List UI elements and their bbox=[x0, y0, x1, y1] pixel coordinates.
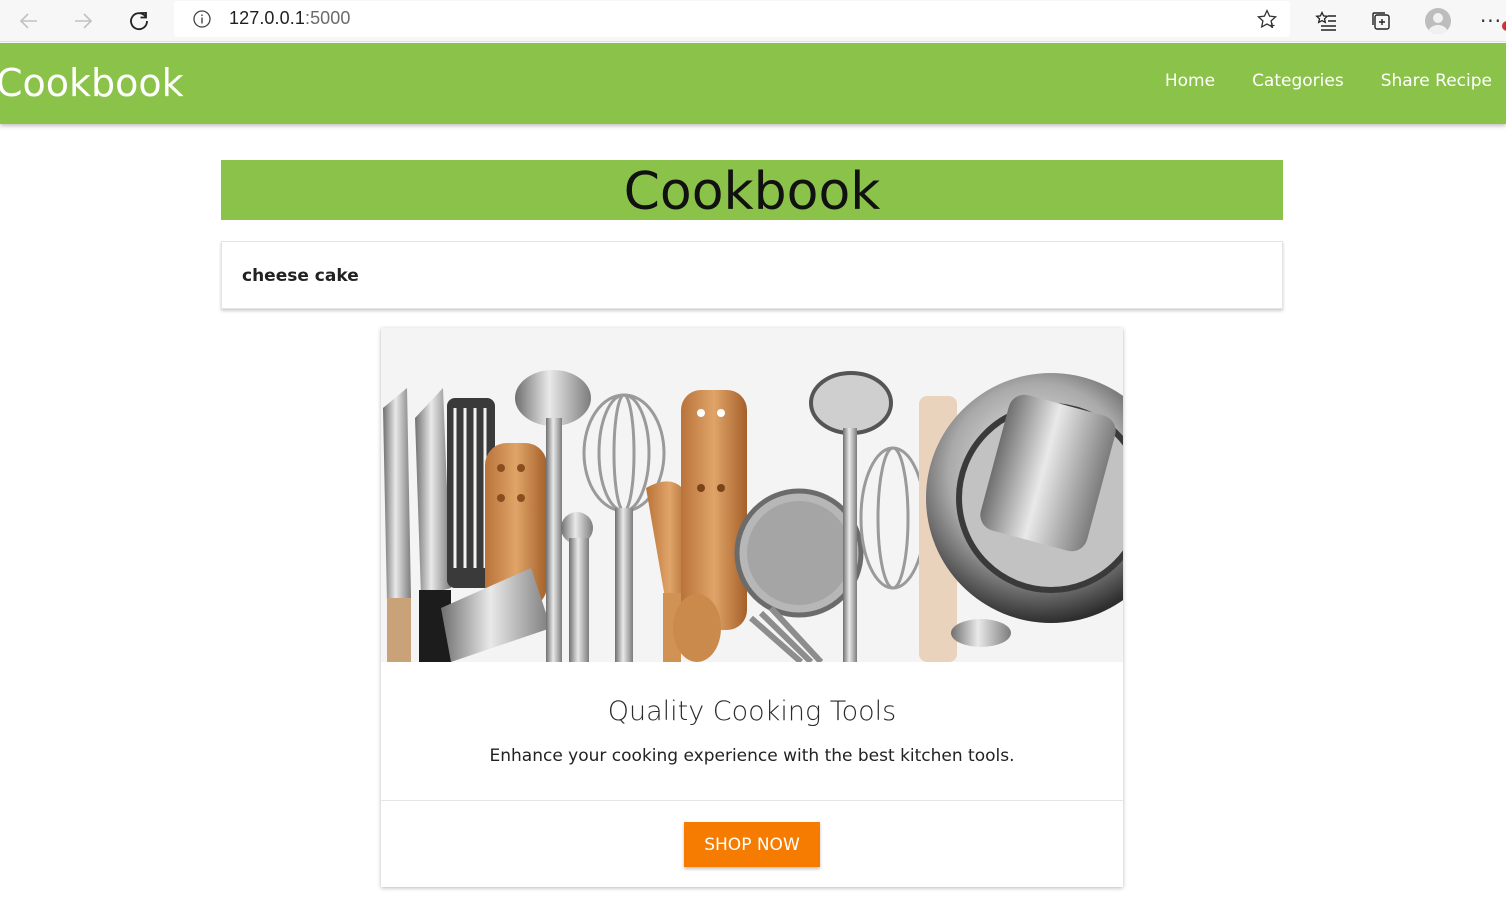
nav-link-share-recipe[interactable]: Share Recipe bbox=[1381, 71, 1492, 91]
profile-avatar[interactable] bbox=[1421, 4, 1455, 38]
nav-link-categories[interactable]: Categories bbox=[1252, 71, 1344, 91]
back-arrow-icon[interactable] bbox=[12, 4, 46, 38]
info-icon[interactable] bbox=[192, 9, 212, 34]
collections-icon[interactable] bbox=[1364, 4, 1398, 38]
refresh-icon[interactable] bbox=[122, 4, 156, 38]
kitchen-tools-image bbox=[381, 328, 1123, 665]
card-title: Quality Cooking Tools bbox=[607, 696, 897, 727]
forward-arrow-icon[interactable] bbox=[66, 4, 100, 38]
brand-logo-link[interactable]: Cookbook bbox=[0, 61, 184, 105]
more-dots: ··· bbox=[1480, 9, 1506, 33]
search-input[interactable] bbox=[242, 262, 1242, 290]
card-description: Enhance your cooking experience with the… bbox=[489, 746, 1015, 766]
url-host: 127.0.0.1 bbox=[229, 8, 305, 28]
page-banner: Cookbook bbox=[221, 160, 1283, 222]
card-divider bbox=[381, 800, 1123, 801]
favorite-star-icon[interactable] bbox=[1256, 8, 1278, 35]
more-menu-icon[interactable]: ··· bbox=[1474, 4, 1506, 38]
site-navbar: Cookbook Home Categories Share Recipe bbox=[0, 43, 1506, 124]
address-bar[interactable]: 127.0.0.1:5000 bbox=[174, 1, 1290, 37]
nav-link-home[interactable]: Home bbox=[1165, 71, 1215, 91]
favorites-list-icon[interactable] bbox=[1309, 4, 1343, 38]
browser-toolbar: 127.0.0.1:5000 ··· bbox=[0, 0, 1506, 42]
search-card bbox=[221, 241, 1283, 309]
notification-badge bbox=[1502, 21, 1506, 31]
avatar bbox=[1425, 8, 1451, 34]
product-card: Quality Cooking Tools Enhance your cooki… bbox=[381, 328, 1123, 887]
nav-links: Home Categories Share Recipe bbox=[1165, 71, 1492, 91]
page-title: Cookbook bbox=[623, 162, 881, 222]
shop-now-button[interactable]: SHOP NOW bbox=[684, 822, 820, 867]
url-port: :5000 bbox=[304, 8, 351, 28]
url-text: 127.0.0.1:5000 bbox=[229, 8, 351, 29]
